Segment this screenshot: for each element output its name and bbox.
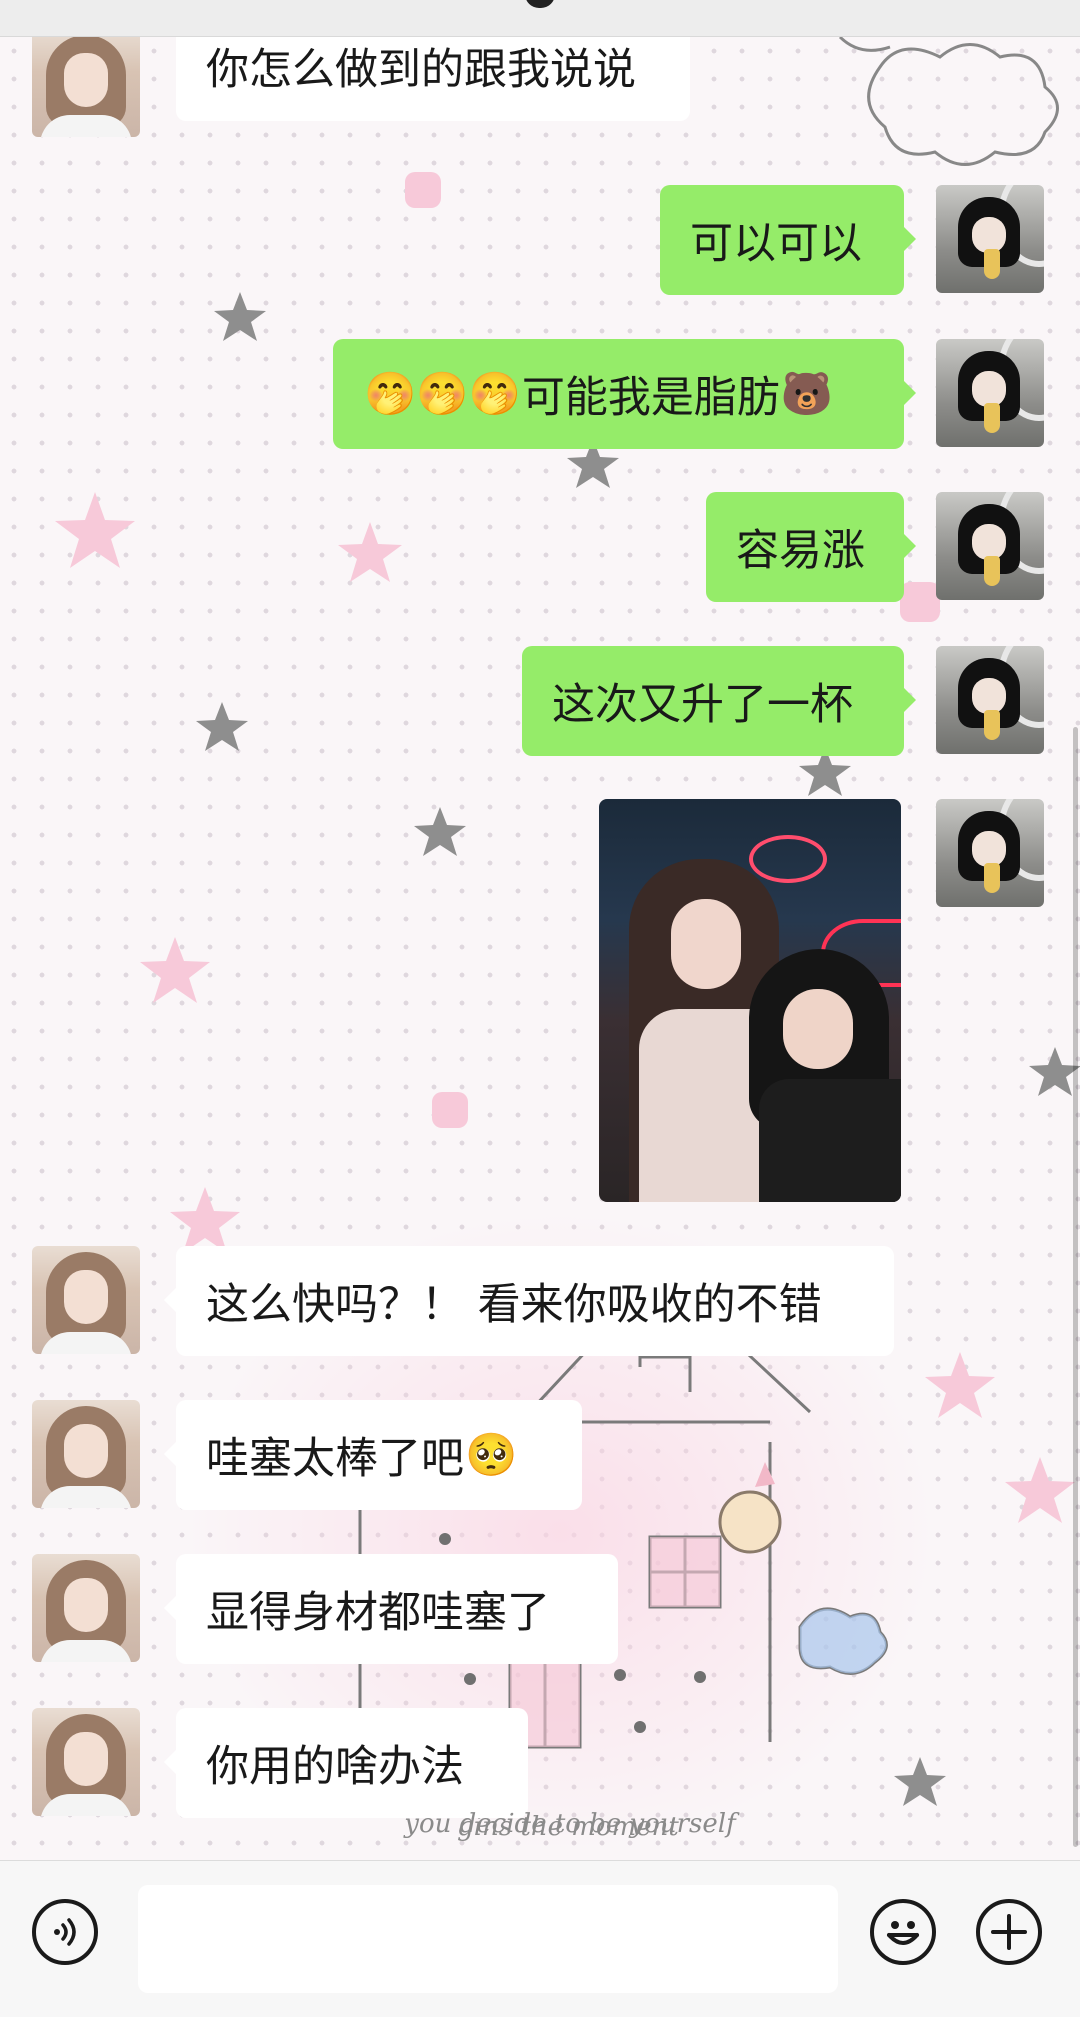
- message-bubble[interactable]: 显得身材都哇塞了: [164, 1554, 618, 1664]
- message-text: 你用的啥办法: [206, 1742, 464, 1792]
- message-text: 你怎么做到的跟我说说: [206, 45, 636, 95]
- self-avatar[interactable]: [936, 646, 1044, 754]
- plus-icon: [991, 1914, 1027, 1950]
- message-bubble[interactable]: 可以可以: [660, 185, 916, 295]
- voice-button[interactable]: [32, 1899, 98, 1965]
- voice-icon: [54, 1918, 76, 1946]
- title-fragment: [525, 0, 555, 8]
- message-input[interactable]: [138, 1885, 838, 1993]
- more-options-button[interactable]: [976, 1899, 1042, 1965]
- self-avatar[interactable]: [936, 492, 1044, 600]
- message-text: 这次又升了一杯: [552, 680, 853, 730]
- message-bubble[interactable]: 容易涨: [706, 492, 916, 602]
- contact-avatar[interactable]: [32, 1708, 140, 1816]
- message-bubble[interactable]: 这次又升了一杯: [522, 646, 916, 756]
- contact-avatar[interactable]: [32, 37, 140, 137]
- self-avatar[interactable]: [936, 799, 1044, 907]
- self-avatar[interactable]: [936, 185, 1044, 293]
- message-text: 哇塞太棒了吧: [206, 1434, 464, 1484]
- image-message[interactable]: [599, 799, 901, 1202]
- message-bubble[interactable]: 这么快吗？！ 看来你吸收的不错: [164, 1246, 894, 1356]
- bear-emoji: 🐻: [780, 369, 834, 418]
- covering-mouth-emoji: 🤭🤭🤭: [364, 369, 521, 418]
- message-text: 这么快吗？！ 看来你吸收的不错: [206, 1280, 822, 1330]
- message-text: 显得身材都哇塞了: [206, 1588, 550, 1638]
- message-bubble[interactable]: 🤭🤭🤭 可能我是脂肪 🐻: [333, 339, 916, 449]
- message-bubble[interactable]: 你用的啥办法: [164, 1708, 528, 1818]
- self-avatar[interactable]: [936, 339, 1044, 447]
- wallpaper-text-line2: you decide to be yourself: [404, 1809, 736, 1839]
- contact-avatar[interactable]: [32, 1400, 140, 1508]
- message-bubble[interactable]: 你怎么做到的跟我说说: [176, 37, 690, 121]
- message-text: 容易涨: [736, 526, 865, 576]
- pleading-face-emoji: 🥺: [465, 1430, 518, 1479]
- chat-scrollbar[interactable]: [1073, 727, 1078, 1847]
- emoji-icon: [887, 1921, 919, 1945]
- message-text: 可能我是脂肪: [521, 373, 780, 423]
- contact-avatar[interactable]: [32, 1554, 140, 1662]
- emoji-button[interactable]: [870, 1899, 936, 1965]
- message-text: 可以可以: [690, 219, 862, 269]
- chat-input-bar: [0, 1860, 1080, 2017]
- message-bubble[interactable]: 哇塞太棒了吧 🥺: [164, 1400, 582, 1510]
- contact-avatar[interactable]: [32, 1246, 140, 1354]
- chat-area[interactable]: gins the moment 你怎么做到的跟我说说 可以可以 🤭🤭🤭 可能我是…: [0, 37, 1080, 1860]
- top-navigation-bar: [0, 0, 1080, 37]
